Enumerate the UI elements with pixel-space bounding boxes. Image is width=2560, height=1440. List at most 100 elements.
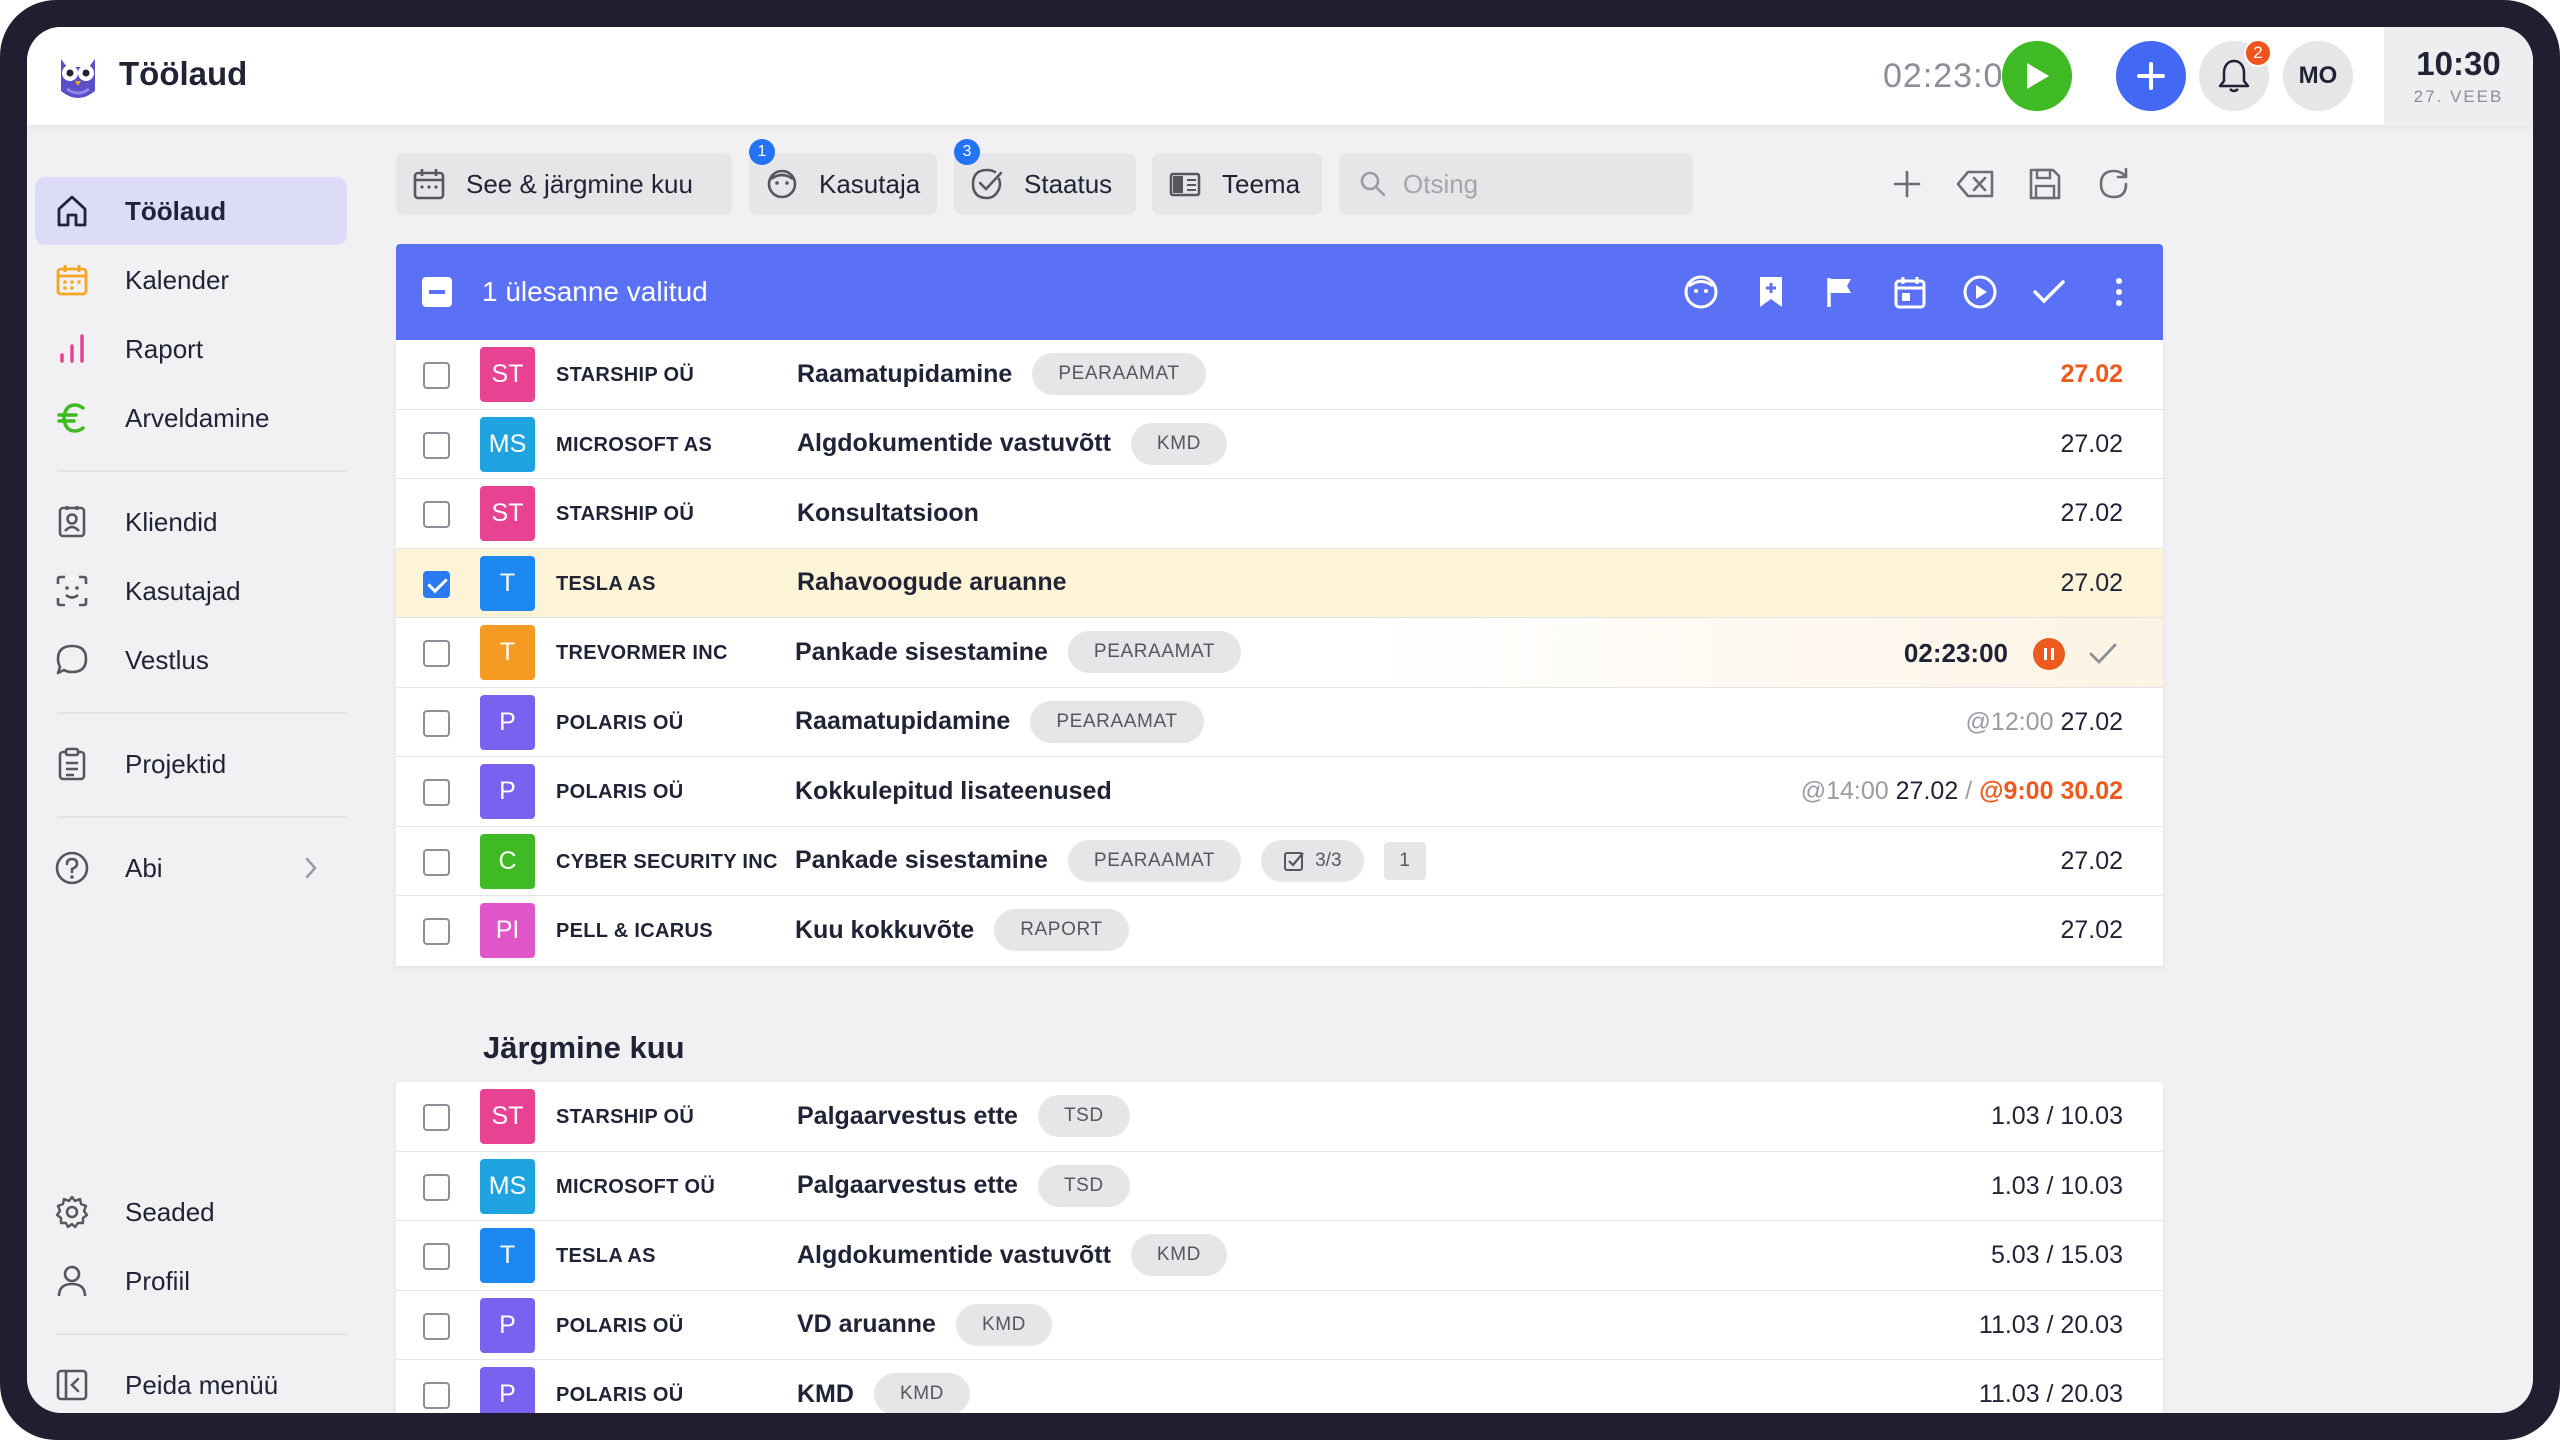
task-checkbox[interactable] [423, 1243, 450, 1270]
task-name[interactable]: Algdokumentide vastuvõtt [797, 1241, 1111, 1270]
task-tag[interactable]: TSD [1037, 1164, 1130, 1207]
task-checkbox[interactable] [423, 1312, 450, 1340]
task-checkbox[interactable] [423, 1173, 450, 1201]
task-row[interactable]: T TREVORMER INC Pankade sisestamine PEARAAM… [396, 618, 2163, 688]
deselect-all-checkbox[interactable] [422, 277, 452, 307]
sidebar-item-abi[interactable]: Abi [35, 834, 347, 902]
client-name[interactable]: POLARIS OÜ [556, 712, 683, 735]
client-name[interactable]: TESLA AS [556, 1245, 656, 1268]
comment-count-badge[interactable]: 1 [1383, 841, 1426, 880]
task-name[interactable]: Rahavoogude aruanne [797, 568, 1067, 597]
task-row[interactable]: C CYBER SECURITY INC Pankade sisestamine PE… [396, 827, 2163, 896]
client-name[interactable]: STARSHIP OÜ [556, 503, 694, 526]
task-name[interactable]: Raamatupidamine [797, 360, 1012, 389]
search-input[interactable] [1403, 165, 1673, 203]
task-name[interactable]: Raamatupidamine [795, 707, 1010, 736]
task-tag[interactable]: PEARAAMAT [1067, 631, 1242, 673]
period-filter[interactable]: See & järgmine kuu [396, 153, 732, 215]
sidebar-item-kliendid[interactable]: Kliendid [35, 488, 347, 556]
client-name[interactable]: TREVORMER INC [556, 642, 728, 665]
task-checkbox[interactable] [423, 362, 450, 389]
task-name[interactable]: Kuu kokkuvõte [795, 916, 974, 945]
clear-filters-button[interactable] [1949, 157, 2003, 211]
topic-filter[interactable]: Teema [1152, 153, 1322, 215]
sidebar-item-projektid[interactable]: Projektid [35, 730, 347, 798]
task-tag[interactable]: KMD [1130, 422, 1227, 465]
task-checkbox[interactable] [423, 848, 450, 876]
checklist-badge[interactable]: 3/3 [1261, 839, 1364, 882]
task-row[interactable]: T TESLA AS Algdokumentide vastuvõtt KMD 5.03… [396, 1221, 2163, 1291]
task-checkbox[interactable] [423, 918, 450, 945]
task-name[interactable]: Kokkulepitud lisateenused [795, 777, 1112, 806]
task-row[interactable]: P POLARIS OÜ Kokkulepitud lisateenused @14:… [396, 757, 2163, 827]
assign-user-button[interactable] [1677, 268, 1725, 316]
client-name[interactable]: MICROSOFT OÜ [556, 1176, 715, 1199]
start-timer-button[interactable] [2002, 41, 2072, 111]
refresh-button[interactable] [2087, 157, 2141, 211]
task-checkbox[interactable] [423, 640, 450, 667]
task-tag[interactable]: KMD [1130, 1234, 1227, 1276]
task-checkbox[interactable] [423, 501, 450, 528]
sidebar-item-profiil[interactable]: Profiil [35, 1247, 347, 1315]
start-selected-button[interactable] [1956, 268, 2004, 316]
sidebar-item-toolaud[interactable]: Töölaud [35, 177, 347, 245]
task-row[interactable]: PI PELL & ICARUS Kuu kokkuvõte RAPORT 27.02 [396, 896, 2163, 966]
task-row[interactable]: P POLARIS OÜ VD aruanne KMD 11.03 / 20.03 [396, 1291, 2163, 1360]
task-name[interactable]: Palgaarvestus ette [797, 1102, 1018, 1131]
sidebar-item-raport[interactable]: Raport [35, 315, 347, 383]
task-tag[interactable]: PEARAAMAT [1067, 839, 1242, 882]
task-tag[interactable]: TSD [1037, 1095, 1130, 1137]
sidebar-item-arveldamine[interactable]: Arveldamine [35, 384, 347, 452]
task-checkbox[interactable] [423, 431, 450, 459]
more-actions-button[interactable] [2095, 268, 2143, 316]
task-row[interactable]: T TESLA AS Rahavoogude aruanne 27.02 [396, 548, 2163, 618]
task-name[interactable]: Palgaarvestus ette [797, 1171, 1018, 1200]
save-filter-button[interactable] [2018, 157, 2072, 211]
sidebar-item-kasutajad[interactable]: Kasutajad [35, 557, 347, 625]
task-name[interactable]: Algdokumentide vastuvõtt [797, 429, 1111, 458]
sidebar-item-kalender[interactable]: Kalender [35, 246, 347, 314]
task-checkbox[interactable] [423, 779, 450, 806]
add-task-button[interactable] [1880, 157, 1934, 211]
client-name[interactable]: STARSHIP OÜ [556, 364, 694, 387]
task-tag[interactable]: KMD [955, 1303, 1052, 1346]
task-name[interactable]: KMD [797, 1380, 854, 1409]
client-name[interactable]: STARSHIP OÜ [556, 1106, 694, 1129]
task-checkbox[interactable] [423, 1104, 450, 1131]
task-name[interactable]: Konsultatsioon [797, 499, 979, 528]
task-tag[interactable]: KMD [873, 1373, 970, 1413]
sidebar-item-vestlus[interactable]: Vestlus [35, 626, 347, 694]
client-name[interactable]: POLARIS OÜ [556, 1384, 683, 1407]
client-name[interactable]: POLARIS OÜ [556, 781, 683, 804]
task-row[interactable]: P POLARIS OÜ Raamatupidamine PEARAAMAT @12:0… [396, 688, 2163, 757]
add-button[interactable] [2116, 41, 2186, 111]
client-name[interactable]: POLARIS OÜ [556, 1315, 683, 1338]
task-row[interactable]: P POLARIS OÜ KMD KMD 11.03 / 20.03 [396, 1360, 2163, 1413]
complete-task-button[interactable] [2085, 636, 2121, 672]
client-name[interactable]: CYBER SECURITY INC [556, 851, 778, 874]
task-tag[interactable]: PEARAAMAT [1030, 700, 1204, 743]
task-row[interactable]: ST STARSHIP OÜ Konsultatsioon 27.02 [396, 479, 2163, 549]
user-filter[interactable]: 1 Kasutaja [749, 139, 937, 215]
client-name[interactable]: PELL & ICARUS [556, 920, 713, 943]
task-name[interactable]: Pankade sisestamine [795, 846, 1048, 875]
task-checkbox[interactable] [423, 570, 450, 598]
client-name[interactable]: TESLA AS [556, 573, 656, 596]
task-row[interactable]: ST STARSHIP OÜ Raamatupidamine PEARAAMAT 27.… [396, 340, 2163, 410]
task-checkbox[interactable] [423, 1382, 450, 1409]
set-date-button[interactable] [1886, 268, 1934, 316]
task-row[interactable]: MS MICROSOFT OÜ Palgaarvestus ette TSD 1.03 … [396, 1152, 2163, 1221]
client-name[interactable]: MICROSOFT AS [556, 434, 712, 457]
task-name[interactable]: Pankade sisestamine [795, 638, 1048, 667]
complete-selected-button[interactable] [2025, 268, 2073, 316]
task-row[interactable]: MS MICROSOFT AS Algdokumentide vastuvõtt KM… [396, 410, 2163, 479]
sidebar-item-seaded[interactable]: Seaded [35, 1178, 347, 1246]
flag-button[interactable] [1816, 268, 1864, 316]
status-filter[interactable]: 3 Staatus [954, 139, 1136, 215]
task-name[interactable]: VD aruanne [797, 1310, 936, 1339]
sidebar-item-peida-menuu[interactable]: Peida menüü [35, 1351, 347, 1413]
task-tag[interactable]: RAPORT [994, 909, 1129, 951]
task-checkbox[interactable] [423, 709, 450, 737]
pause-button[interactable] [2033, 638, 2065, 670]
task-tag[interactable]: PEARAAMAT [1032, 353, 1206, 395]
